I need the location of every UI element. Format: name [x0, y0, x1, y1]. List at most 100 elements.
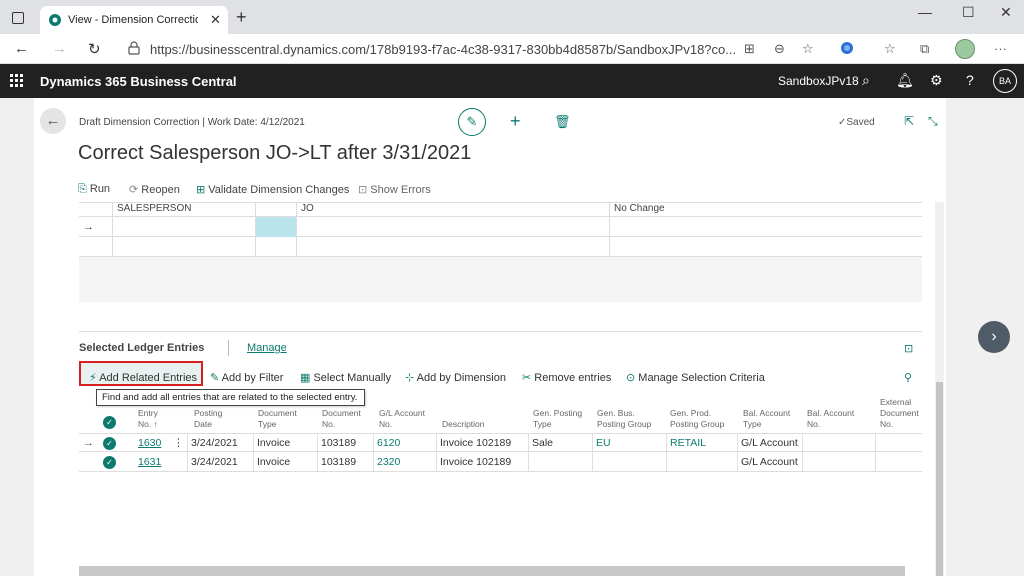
maximize-icon[interactable]: ☐ [962, 4, 975, 21]
header-gl-account-no[interactable]: G/L Account No. [379, 408, 425, 430]
edge-extension-icon[interactable] [840, 41, 854, 55]
url-bar[interactable]: https://businesscentral.dynamics.com/178… [118, 37, 758, 61]
gl-account-cell[interactable]: 6120 [374, 434, 437, 453]
table-row[interactable]: ✓ 1631 3/24/2021 Invoice 103189 2320 Inv… [79, 453, 922, 472]
select-manually-button[interactable]: ▦ Select Manually [300, 371, 391, 384]
bal-account-type-cell[interactable]: G/L Account [738, 434, 803, 453]
app-launcher-icon[interactable] [10, 74, 24, 88]
posting-date-cell[interactable]: 3/24/2021 [188, 453, 254, 472]
forward-icon[interactable]: → [52, 40, 67, 57]
back-icon[interactable]: ← [14, 40, 29, 57]
share-icon[interactable]: ⊡ [904, 342, 913, 355]
gen-prod-posting-group-cell[interactable]: RETAIL [667, 434, 738, 453]
remove-entries-button[interactable]: ✂︎ Remove entries [522, 371, 611, 384]
add-by-dimension-button[interactable]: ⊹ Add by Dimension [405, 371, 506, 384]
run-button[interactable]: ⎘ Run [78, 183, 110, 196]
settings-more-icon[interactable]: ··· [994, 41, 1007, 56]
show-errors-button[interactable]: ⊡ Show Errors [358, 183, 431, 196]
row-menu-icon[interactable]: ⋮ [170, 434, 188, 453]
empty-cell[interactable] [297, 237, 610, 257]
selected-cell[interactable] [256, 217, 297, 237]
search-icon[interactable]: ⌕ [862, 72, 870, 89]
header-document-type[interactable]: Document Type [258, 408, 297, 430]
header-gen-prod-posting-group[interactable]: Gen. Prod. Posting Group [670, 408, 724, 430]
gen-posting-type-cell[interactable] [529, 453, 593, 472]
favorites-icon[interactable]: ☆ [884, 41, 896, 57]
header-external-document-no[interactable]: External Document No. [880, 397, 919, 430]
blank-cell[interactable] [256, 203, 297, 217]
dimension-value-cell[interactable]: JO [297, 203, 610, 217]
next-record-button[interactable]: › [978, 321, 1010, 353]
posting-date-cell[interactable]: 3/24/2021 [188, 434, 254, 453]
document-type-cell[interactable]: Invoice [254, 434, 318, 453]
new-dimension-value-cell[interactable] [297, 217, 610, 237]
table-row[interactable]: → ✓ 1630 ⋮ 3/24/2021 Invoice 103189 6120… [79, 433, 922, 453]
app-available-icon[interactable]: ⊞ [744, 41, 755, 57]
favorite-star-icon[interactable]: ☆ [802, 41, 814, 57]
edit-pencil-icon[interactable]: ✎ [458, 108, 486, 136]
document-type-cell[interactable]: Invoice [254, 453, 318, 472]
collections-icon[interactable]: ⧉ [920, 41, 929, 57]
entry-no-cell[interactable]: 1631 [135, 453, 170, 472]
notification-bell-icon[interactable]: 🔔︎ [896, 72, 914, 89]
tab-actions-icon[interactable] [12, 12, 24, 24]
dimension-row[interactable]: SALESPERSON JO No Change [79, 203, 922, 217]
gen-prod-posting-group-cell[interactable] [667, 453, 738, 472]
row-check-icon[interactable]: ✓ [103, 437, 116, 450]
header-document-no[interactable]: Document No. [322, 408, 361, 430]
gen-bus-posting-group-cell[interactable]: EU [593, 434, 667, 453]
empty-cell[interactable] [256, 237, 297, 257]
bal-account-type-cell[interactable]: G/L Account [738, 453, 803, 472]
open-new-window-icon[interactable]: ⇱ [904, 114, 914, 128]
manage-selection-criteria-button[interactable]: ⊙ Manage Selection Criteria [626, 371, 765, 384]
scrollbar-thumb[interactable] [936, 382, 943, 576]
delete-trash-icon[interactable]: 🗑︎ [554, 114, 571, 130]
new-tab-button[interactable]: + [236, 7, 247, 28]
gen-posting-type-cell[interactable]: Sale [529, 434, 593, 453]
new-plus-icon[interactable]: + [510, 111, 521, 132]
select-all-check-icon[interactable]: ✓ [103, 416, 116, 429]
gen-bus-posting-group-cell[interactable] [593, 453, 667, 472]
entry-no-cell[interactable]: 1630 [135, 434, 170, 453]
gear-icon[interactable]: ⚙ [930, 72, 943, 89]
header-entry-no[interactable]: Entry No. ↑ [138, 408, 158, 430]
header-bal-account-no[interactable]: Bal. Account No. [807, 408, 854, 430]
new-value-cell[interactable]: No Change [610, 203, 922, 217]
bal-account-no-cell[interactable] [803, 434, 876, 453]
personalize-icon[interactable]: ⚲ [904, 371, 912, 384]
user-avatar[interactable]: BA [993, 69, 1017, 93]
empty-row[interactable] [79, 237, 922, 257]
bal-account-no-cell[interactable] [803, 453, 876, 472]
description-cell[interactable]: Invoice 102189 [437, 434, 529, 453]
new-dimension-code-cell[interactable] [113, 217, 256, 237]
help-icon[interactable]: ? [966, 72, 974, 88]
header-posting-date[interactable]: Posting Date [194, 408, 222, 430]
close-tab-icon[interactable]: ✕ [210, 12, 221, 28]
add-related-entries-button[interactable]: ⚡︎ Add Related Entries [89, 371, 197, 384]
external-document-no-cell[interactable] [876, 453, 922, 472]
gl-account-cell[interactable]: 2320 [374, 453, 437, 472]
description-cell[interactable]: Invoice 102189 [437, 453, 529, 472]
horizontal-scrollbar[interactable] [79, 566, 905, 576]
document-no-cell[interactable]: 103189 [318, 434, 374, 453]
zoom-icon[interactable]: ⊖ [774, 41, 785, 57]
new-dimension-row[interactable]: → [79, 217, 922, 237]
header-description[interactable]: Description [442, 419, 485, 430]
collapse-icon[interactable]: ⤡ [928, 114, 938, 129]
refresh-icon[interactable]: ↻ [88, 40, 101, 58]
validate-dimension-changes-button[interactable]: ⊞ Validate Dimension Changes [196, 183, 349, 196]
close-window-icon[interactable]: ✕ [1000, 4, 1012, 21]
browser-tab[interactable]: View - Dimension Corrections - D ✕ [40, 6, 228, 34]
new-dimension-new-value-cell[interactable] [610, 217, 922, 237]
page-scrollbar[interactable] [935, 202, 944, 576]
external-document-no-cell[interactable] [876, 434, 922, 453]
header-gen-posting-type[interactable]: Gen. Posting Type [533, 408, 582, 430]
manage-link[interactable]: Manage [247, 342, 287, 354]
empty-cell[interactable] [113, 237, 256, 257]
row-check-icon[interactable]: ✓ [103, 456, 116, 469]
header-gen-bus-posting-group[interactable]: Gen. Bus. Posting Group [597, 408, 651, 430]
add-by-filter-button[interactable]: ✎ Add by Filter [210, 371, 283, 384]
minimize-icon[interactable]: — [918, 4, 932, 20]
dimension-code-cell[interactable]: SALESPERSON [113, 203, 256, 217]
browser-profile-avatar[interactable] [955, 39, 975, 59]
